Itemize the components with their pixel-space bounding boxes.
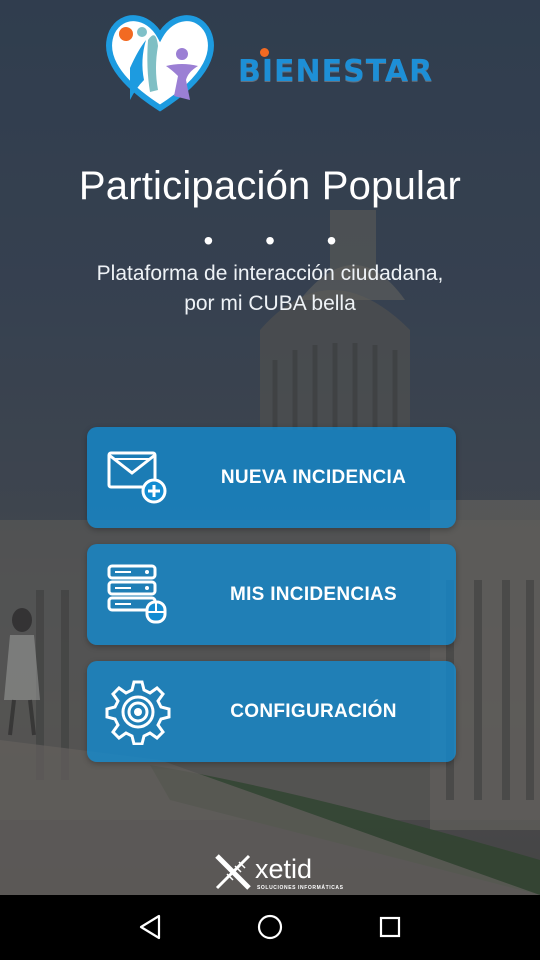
gear-icon <box>105 680 171 745</box>
home-button[interactable] <box>250 909 290 945</box>
brand-name: BIENESTAR <box>238 54 434 89</box>
back-button[interactable] <box>130 909 170 945</box>
server-stack-icon <box>107 564 167 624</box>
xetid-x-mark-icon <box>215 854 251 890</box>
heart-people-icon <box>106 15 214 112</box>
app-screen: BIENESTAR Participación Popular • • • Pl… <box>0 0 540 960</box>
mis-incidencias-button[interactable]: MIS INCIDENCIAS <box>87 544 456 645</box>
envelope-plus-icon <box>107 451 167 504</box>
configuracion-label: CONFIGURACIÓN <box>230 700 397 722</box>
footer-brand-tagline: SOLUCIONES INFORMÁTICAS <box>257 885 344 891</box>
recents-button[interactable] <box>370 909 410 945</box>
mis-incidencias-label: MIS INCIDENCIAS <box>229 583 398 605</box>
subtitle-line-2: por mi CUBA bella <box>184 292 356 315</box>
triangle-back-icon <box>139 914 161 940</box>
bienestar-logo: BIENESTAR <box>100 10 434 120</box>
nueva-incidencia-label: NUEVA INCIDENCIA <box>220 466 407 488</box>
xetid-logo: xetid SOLUCIONES INFORMÁTICAS <box>213 852 343 894</box>
circle-home-icon <box>257 914 283 940</box>
page-subtitle: Plataforma de interacción ciudadana, por… <box>0 259 540 319</box>
configuracion-button[interactable]: CONFIGURACIÓN <box>87 661 456 762</box>
system-navigation-bar <box>0 895 540 960</box>
page-title: Participación Popular <box>78 164 462 208</box>
title-separator-dots: • • • <box>203 225 359 256</box>
footer-brand-name: xetid <box>255 854 313 884</box>
subtitle-line-1: Plataforma de interacción ciudadana, <box>96 262 444 285</box>
nueva-incidencia-button[interactable]: NUEVA INCIDENCIA <box>87 427 456 528</box>
square-recents-icon <box>379 916 401 938</box>
